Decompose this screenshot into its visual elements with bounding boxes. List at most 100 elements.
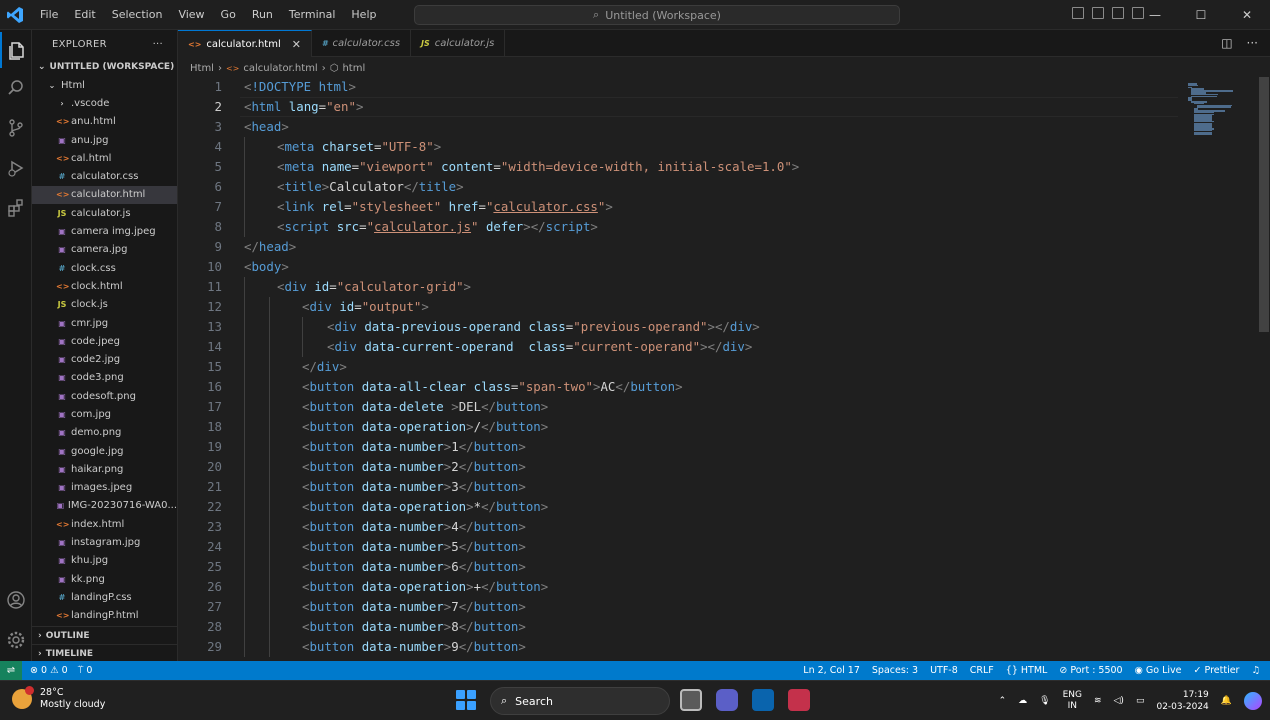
search-icon[interactable] — [0, 70, 32, 106]
file-item[interactable]: <> cal.html — [32, 149, 177, 167]
chevron-up-icon[interactable]: ⌃ — [999, 696, 1007, 706]
tab-calculator-css[interactable]: # calculator.css — [312, 30, 412, 57]
taskbar-search[interactable]: ⌕ Search — [490, 687, 670, 715]
menu-go[interactable]: Go — [213, 0, 244, 30]
battery-icon[interactable]: ▭ — [1136, 696, 1145, 706]
settings-gear-icon[interactable] — [0, 622, 32, 658]
code-token: > — [463, 279, 472, 294]
explorer-icon[interactable] — [0, 32, 32, 68]
go-live-button[interactable]: ◉ Go Live — [1135, 665, 1182, 676]
toggle-secondary-sidebar-icon[interactable] — [1112, 7, 1124, 19]
copilot-icon[interactable] — [1244, 692, 1262, 710]
command-center[interactable]: ⌕ Untitled (Workspace) — [414, 5, 900, 25]
vscode-logo-icon[interactable] — [4, 4, 26, 26]
file-item[interactable]: ▣ code3.png — [32, 369, 177, 387]
file-item[interactable]: ▣ com.jpg — [32, 405, 177, 423]
indent-guide — [269, 297, 270, 317]
menu-selection[interactable]: Selection — [104, 0, 171, 30]
editor-scrollbar-thumb[interactable] — [1259, 77, 1269, 332]
notifications-bell-icon[interactable]: ♫ — [1251, 665, 1260, 676]
port-indicator[interactable]: ⊘ Port : 5500 — [1059, 665, 1122, 676]
line-endings[interactable]: CRLF — [970, 665, 994, 676]
toggle-panel-icon[interactable] — [1092, 7, 1104, 19]
volume-icon[interactable]: ◁) — [1114, 696, 1124, 706]
onedrive-icon[interactable]: ☁ — [1018, 696, 1027, 706]
notification-bell-icon[interactable]: 🔔 — [1221, 696, 1232, 706]
file-item[interactable]: <> index.html — [32, 515, 177, 533]
input-language[interactable]: ENG IN — [1063, 690, 1082, 712]
breadcrumb-folder[interactable]: Html — [190, 63, 214, 74]
indentation[interactable]: Spaces: 3 — [872, 665, 918, 676]
file-item[interactable]: # landingP.css — [32, 588, 177, 606]
microphone-icon[interactable]: 🎙 — [1039, 696, 1050, 706]
file-item[interactable]: ▣ camera img.jpeg — [32, 222, 177, 240]
source-control-icon[interactable] — [0, 110, 32, 146]
maximize-icon[interactable]: ☐ — [1178, 0, 1224, 30]
split-editor-icon[interactable]: ◫ — [1221, 36, 1232, 50]
file-item[interactable]: ▣ google.jpg — [32, 442, 177, 460]
file-item[interactable]: ▣ code.jpeg — [32, 332, 177, 350]
more-actions-icon[interactable]: ··· — [153, 39, 163, 50]
minimap[interactable] — [1180, 77, 1256, 661]
minimize-icon[interactable]: — — [1132, 0, 1178, 30]
breadcrumb-element[interactable]: html — [342, 63, 365, 74]
cursor-position[interactable]: Ln 2, Col 17 — [803, 665, 860, 676]
file-item[interactable]: ▣ khu.jpg — [32, 552, 177, 570]
file-item[interactable]: ▣ demo.png — [32, 424, 177, 442]
workspace-section[interactable]: ⌄ UNTITLED (WORKSPACE) — [32, 58, 177, 76]
file-item[interactable]: ▣ haikar.png — [32, 460, 177, 478]
vscode-taskbar-icon[interactable] — [752, 689, 774, 711]
file-item[interactable]: ▣ camera.jpg — [32, 241, 177, 259]
file-item[interactable]: ▣ instagram.jpg — [32, 533, 177, 551]
file-item[interactable]: › .vscode — [32, 94, 177, 112]
file-item[interactable]: <> calculator.html — [32, 185, 177, 205]
menu-view[interactable]: View — [170, 0, 212, 30]
file-item[interactable]: ▣ images.jpeg — [32, 479, 177, 497]
windows-start-icon[interactable] — [456, 690, 476, 710]
menu-run[interactable]: Run — [244, 0, 281, 30]
file-item[interactable]: <> anu.html — [32, 113, 177, 131]
tab-calculator-html[interactable]: <> calculator.html ✕ — [178, 30, 312, 57]
problems-indicator[interactable]: ⊗ 0 ⚠ 0 — [30, 665, 68, 676]
file-item[interactable]: <> landingP.html — [32, 607, 177, 625]
extensions-icon[interactable] — [0, 190, 32, 226]
language-mode[interactable]: {} HTML — [1006, 665, 1048, 676]
file-item[interactable]: # clock.css — [32, 259, 177, 277]
meet-chat-icon[interactable] — [716, 689, 738, 711]
file-item[interactable]: <> clock.html — [32, 277, 177, 295]
close-tab-icon[interactable]: ✕ — [292, 38, 301, 51]
file-item[interactable]: ▣ code2.jpg — [32, 350, 177, 368]
file-item[interactable]: ▣ codesoft.png — [32, 387, 177, 405]
file-item[interactable]: JS calculator.js — [32, 204, 177, 222]
file-item[interactable]: ▣ cmr.jpg — [32, 314, 177, 332]
weather-widget[interactable]: 28°C Mostly cloudy — [12, 686, 105, 711]
menu-terminal[interactable]: Terminal — [281, 0, 344, 30]
run-debug-icon[interactable] — [0, 150, 32, 186]
tab-calculator-js[interactable]: JS calculator.js — [411, 30, 506, 57]
file-item[interactable]: ▣ kk.png — [32, 570, 177, 588]
accounts-icon[interactable] — [0, 582, 32, 618]
task-view-icon[interactable] — [680, 689, 702, 711]
prettier-indicator[interactable]: ✓ Prettier — [1194, 665, 1240, 676]
menu-edit[interactable]: Edit — [66, 0, 103, 30]
file-item[interactable]: ▣ IMG-20230716-WA0... — [32, 497, 177, 515]
more-actions-icon[interactable]: ··· — [1247, 36, 1258, 50]
code-editor[interactable]: 1 <!DOCTYPE html> 2 <html lang="en"> 3 <head>… — [178, 77, 1178, 661]
clock[interactable]: 17:19 02-03-2024 — [1156, 689, 1208, 713]
menu-file[interactable]: File — [32, 0, 66, 30]
ports-indicator[interactable]: ⍡ 0 — [78, 665, 93, 676]
wifi-icon[interactable]: ≋ — [1094, 696, 1102, 706]
encoding[interactable]: UTF-8 — [930, 665, 958, 676]
file-item[interactable]: JS clock.js — [32, 296, 177, 314]
breadcrumb-file[interactable]: calculator.html — [243, 63, 317, 74]
folder-html[interactable]: ⌄ Html — [32, 76, 177, 94]
remote-icon[interactable]: ⇌ — [0, 661, 22, 680]
toggle-sidebar-icon[interactable] — [1072, 7, 1084, 19]
outline-section[interactable]: › OUTLINE — [32, 626, 177, 644]
file-item[interactable]: ▣ anu.jpg — [32, 131, 177, 149]
timeline-section[interactable]: › TIMELINE — [32, 644, 177, 661]
file-item[interactable]: # calculator.css — [32, 167, 177, 185]
app-taskbar-icon[interactable] — [788, 689, 810, 711]
menu-help[interactable]: Help — [343, 0, 384, 30]
close-window-icon[interactable]: ✕ — [1224, 0, 1270, 30]
